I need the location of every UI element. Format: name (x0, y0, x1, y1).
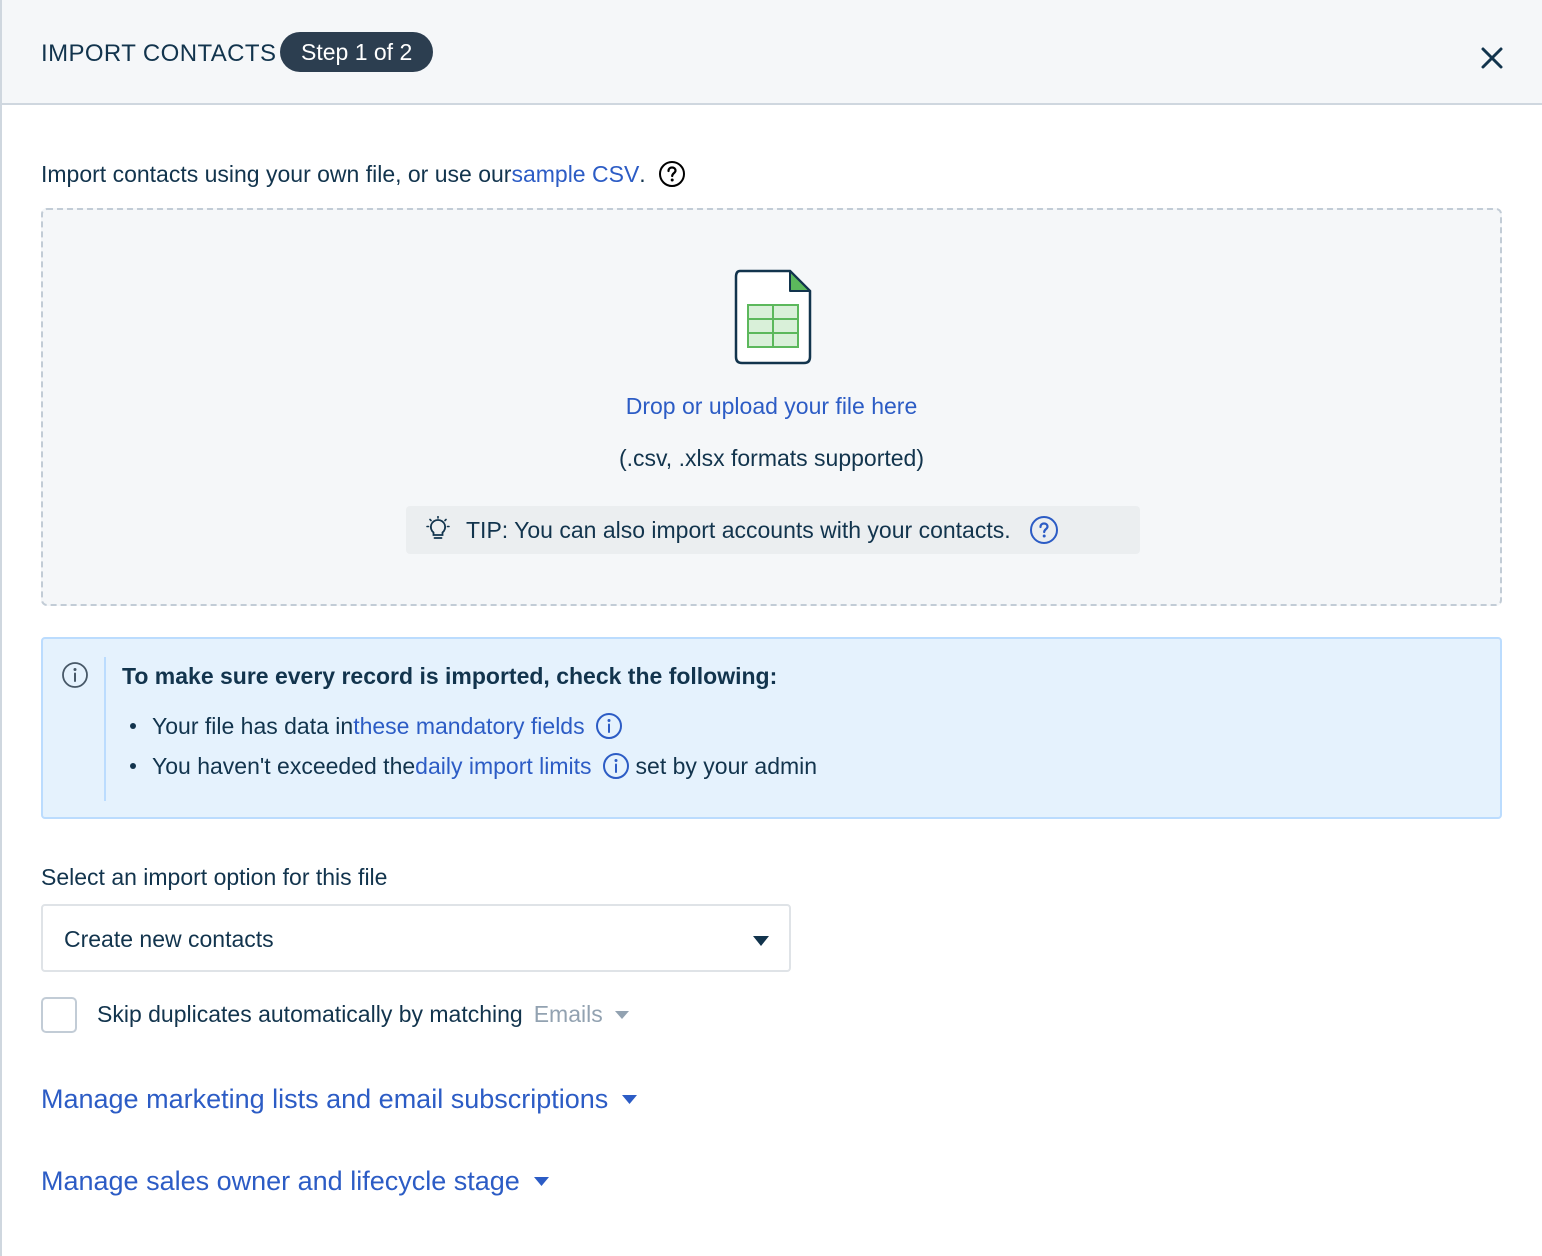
item-text: Your file has data in (152, 712, 354, 739)
intro-suffix: . (639, 160, 646, 187)
chevron-down-icon (622, 1095, 638, 1104)
import-option-select[interactable]: Create new contacts (41, 904, 791, 972)
import-option-label: Select an import option for this file (41, 864, 388, 890)
item-text: You haven't exceeded the (152, 752, 416, 779)
sales-owner-toggle-label: Manage sales owner and lifecycle stage (41, 1166, 520, 1196)
lightbulb-icon (426, 516, 450, 539)
item-suffix: set by your admin (635, 752, 818, 779)
marketing-toggle-label: Manage marketing lists and email subscri… (41, 1084, 609, 1114)
info-divider (104, 657, 106, 801)
help-icon[interactable] (658, 160, 686, 188)
list-item-import-limits: You haven't exceeded the daily import li… (130, 752, 817, 780)
step-badge: Step 1 of 2 (280, 32, 434, 72)
info-icon[interactable] (602, 752, 630, 780)
modal-title: IMPORT CONTACTS (41, 40, 277, 67)
chevron-down-icon (753, 936, 769, 946)
file-dropzone[interactable]: Drop or upload your file here (.csv, .xl… (41, 208, 1502, 606)
intro-label: Import contacts using your own file, or … (41, 160, 512, 187)
match-field-dropdown[interactable]: Emails (534, 1001, 629, 1028)
match-field-value: Emails (533, 1001, 603, 1027)
spreadsheet-file-icon (734, 269, 812, 365)
tip-banner: TIP: You can also import accounts with y… (406, 506, 1140, 554)
daily-import-limits-link[interactable]: daily import limits (415, 753, 591, 780)
manage-marketing-lists-toggle[interactable]: Manage marketing lists and email subscri… (41, 1084, 638, 1115)
left-edge-divider (0, 0, 2, 1256)
bullet (130, 763, 136, 769)
skip-duplicates-label: Skip duplicates automatically by matchin… (97, 1001, 523, 1027)
info-icon[interactable] (595, 712, 623, 740)
close-icon (1481, 47, 1503, 69)
tip-help-icon[interactable] (1029, 515, 1059, 545)
tip-text: TIP: You can also import accounts with y… (466, 516, 1011, 543)
info-icon (62, 662, 88, 688)
close-button[interactable] (1478, 44, 1506, 72)
info-title: To make sure every record is imported, c… (122, 663, 778, 689)
supported-formats: (.csv, .xlsx formats supported) (618, 445, 925, 471)
modal-header: IMPORT CONTACTS Step 1 of 2 (2, 0, 1542, 105)
import-checklist-notice: To make sure every record is imported, c… (41, 637, 1502, 819)
bullet (130, 723, 136, 729)
intro-text: Import contacts using your own file, or … (41, 160, 686, 188)
mandatory-fields-link[interactable]: these mandatory fields (353, 713, 584, 740)
sample-csv-link[interactable]: sample CSV (511, 161, 639, 188)
chevron-down-icon (533, 1177, 549, 1186)
skip-duplicates-row: Skip duplicates automatically by matchin… (97, 1001, 629, 1028)
selected-option: Create new contacts (64, 926, 274, 952)
manage-sales-owner-toggle[interactable]: Manage sales owner and lifecycle stage (41, 1166, 549, 1197)
chevron-down-icon (614, 1010, 629, 1019)
list-item-mandatory-fields: Your file has data in these mandatory fi… (130, 712, 629, 740)
skip-duplicates-checkbox[interactable] (41, 997, 77, 1033)
upload-file-link[interactable]: Drop or upload your file here (43, 393, 1500, 420)
